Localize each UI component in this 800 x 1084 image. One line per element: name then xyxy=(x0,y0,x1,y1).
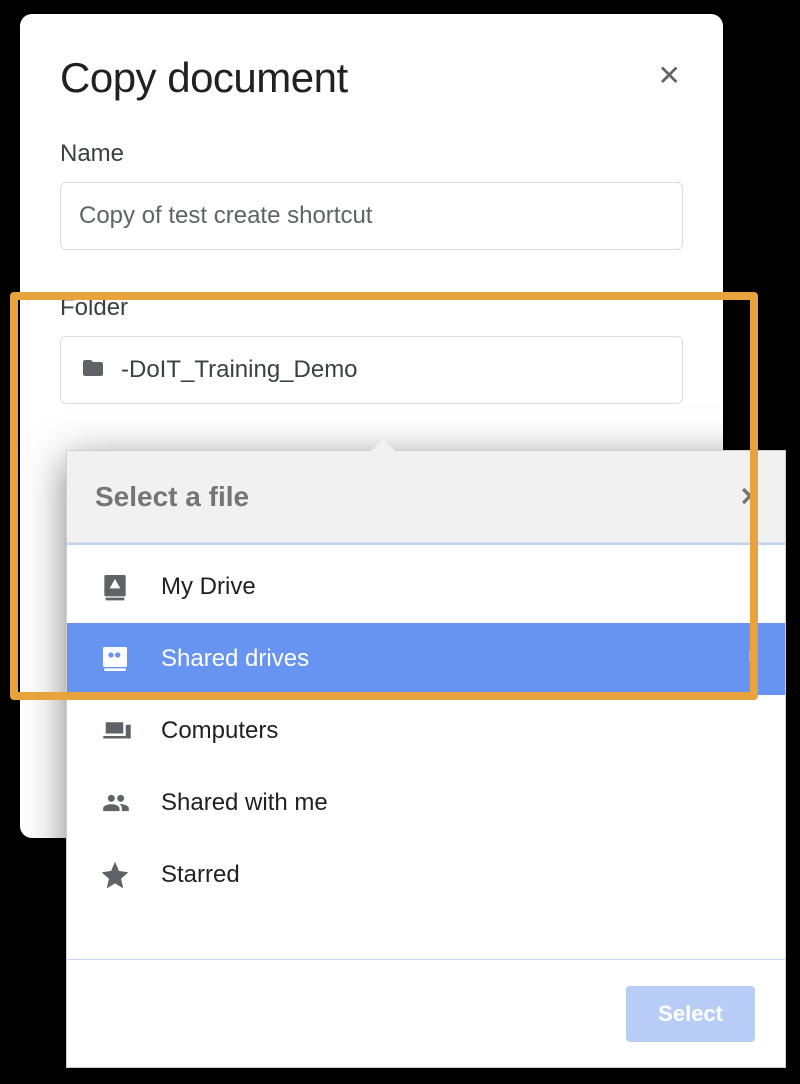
folder-value: -DoIT_Training_Demo xyxy=(121,356,358,384)
picker-item-starred[interactable]: Starred xyxy=(67,839,785,911)
dialog-title: Copy document xyxy=(60,54,683,102)
picker-list: My Drive Shared drives Computers Shared … xyxy=(67,545,785,911)
folder-picker-trigger[interactable]: -DoIT_Training_Demo xyxy=(60,336,683,404)
close-icon[interactable]: ✕ xyxy=(658,62,681,90)
divider xyxy=(67,543,785,545)
my-drive-icon xyxy=(99,571,139,603)
picker-item-label: Shared drives xyxy=(161,645,309,673)
star-icon xyxy=(99,859,139,891)
picker-title: Select a file xyxy=(95,481,249,513)
picker-header: Select a file ✕ xyxy=(67,451,785,543)
picker-item-computers[interactable]: Computers xyxy=(67,695,785,767)
name-field[interactable] xyxy=(60,182,683,250)
picker-close-icon[interactable]: ✕ xyxy=(739,481,761,512)
name-label: Name xyxy=(60,140,683,168)
shared-with-me-icon xyxy=(99,789,139,817)
picker-footer: Select xyxy=(67,959,785,1067)
picker-item-label: My Drive xyxy=(161,573,256,601)
folder-label: Folder xyxy=(60,294,683,322)
chevron-right-icon xyxy=(743,642,763,677)
picker-item-shared-drives[interactable]: Shared drives xyxy=(67,623,785,695)
shared-drives-icon xyxy=(99,643,139,675)
select-button[interactable]: Select xyxy=(626,986,755,1042)
picker-item-label: Computers xyxy=(161,717,278,745)
file-picker: Select a file ✕ My Drive Shared drives C… xyxy=(66,450,786,1068)
picker-item-shared-with-me[interactable]: Shared with me xyxy=(67,767,785,839)
picker-item-label: Shared with me xyxy=(161,789,328,817)
picker-item-my-drive[interactable]: My Drive xyxy=(67,551,785,623)
computers-icon xyxy=(99,716,139,746)
picker-item-label: Starred xyxy=(161,861,240,889)
folder-icon xyxy=(79,356,107,385)
